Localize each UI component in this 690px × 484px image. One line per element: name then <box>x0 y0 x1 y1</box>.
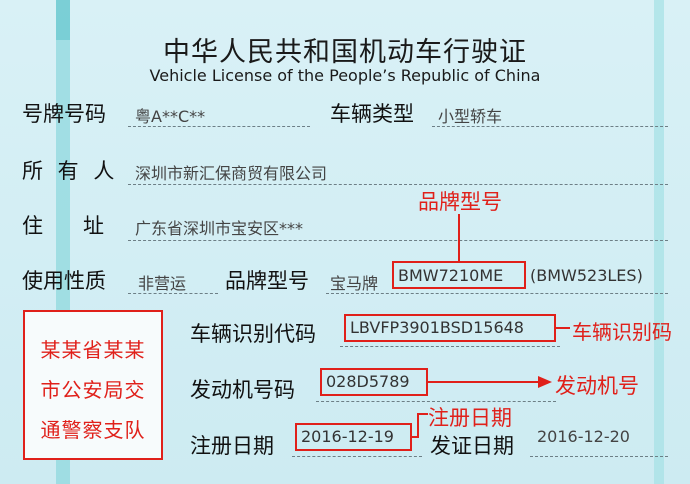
brand-model: BMW7210ME <box>398 266 504 285</box>
reg-label: 注册日期 <box>190 434 274 458</box>
seal-line-2: 市公安局交 <box>40 378 146 402</box>
use-label: 使用性质 <box>22 269 106 293</box>
address-value: 广东省深圳市宝安区*** <box>135 219 304 238</box>
owner-label: 所 有 人 <box>22 159 119 183</box>
vin-underline <box>340 346 560 347</box>
brand-suffix: (BMW523LES) <box>530 266 643 285</box>
engine-label: 发动机号码 <box>190 378 295 402</box>
seal-line-1: 某某省某某 <box>40 338 146 362</box>
use-value: 非营运 <box>138 274 187 293</box>
plate-label: 号牌号码 <box>22 102 106 126</box>
address-label: 住 址 <box>22 214 105 238</box>
brand-underline <box>326 293 668 294</box>
reg-underline <box>292 456 422 457</box>
owner-value: 深圳市新汇保商贸有限公司 <box>135 164 328 183</box>
type-underline <box>432 126 668 127</box>
issue-label: 发证日期 <box>430 434 514 458</box>
title-english: Vehicle License of the People’s Republic… <box>149 66 541 85</box>
engine-annotation: 发动机号 <box>555 374 639 398</box>
type-value: 小型轿车 <box>438 107 503 126</box>
brand-label: 品牌型号 <box>225 269 309 293</box>
plate-value: 粤A**C** <box>135 107 206 126</box>
plate-underline <box>128 126 310 127</box>
brand-prefix: 宝马牌 <box>330 274 379 293</box>
engine-value: 028D5789 <box>326 372 410 391</box>
engine-arrow-head <box>538 376 552 388</box>
address-underline <box>128 240 668 241</box>
seal-line-3: 通警察支队 <box>40 418 146 442</box>
vehicle-license-card: 中华人民共和国机动车行驶证 Vehicle License of the Peo… <box>0 0 690 484</box>
reg-annotation: 注册日期 <box>428 406 512 430</box>
vin-value: LBVFP3901BSD15648 <box>350 318 524 337</box>
use-underline <box>128 293 218 294</box>
vin-annotation: 车辆识别码 <box>572 320 672 344</box>
type-label: 车辆类型 <box>330 102 414 126</box>
issue-underline <box>530 456 668 457</box>
reg-value: 2016-12-19 <box>301 427 394 446</box>
reg-pointer-line <box>412 413 428 438</box>
police-seal: 某某省某某 市公安局交 通警察支队 <box>23 310 163 460</box>
brand-annotation: 品牌型号 <box>418 190 502 214</box>
title-chinese: 中华人民共和国机动车行驶证 <box>163 37 527 68</box>
issue-value: 2016-12-20 <box>537 427 630 446</box>
vin-label: 车辆识别代码 <box>190 322 316 346</box>
owner-underline <box>128 184 668 185</box>
